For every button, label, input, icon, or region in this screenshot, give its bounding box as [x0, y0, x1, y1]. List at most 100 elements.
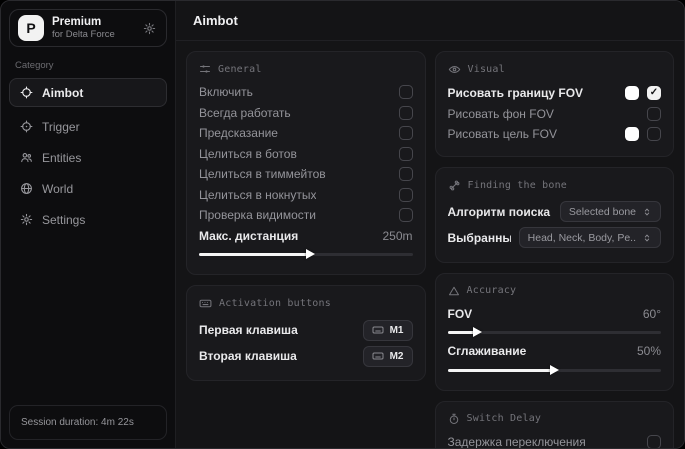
slider-fill	[448, 369, 555, 372]
general-card: General Включить Всегда работать Предска…	[186, 51, 426, 275]
slider-thumb[interactable]	[306, 249, 315, 259]
triangle-icon	[448, 285, 460, 297]
setting-label: Рисовать фон FOV	[448, 107, 554, 121]
prediction-checkbox[interactable]	[399, 126, 413, 140]
visibility-check-checkbox[interactable]	[399, 208, 413, 222]
draw-fov-target-checkbox[interactable]	[647, 127, 661, 141]
always-work-checkbox[interactable]	[399, 106, 413, 120]
controls	[647, 107, 661, 121]
keyboard-icon	[372, 324, 384, 336]
fov-slider[interactable]	[448, 326, 662, 338]
globe-icon	[20, 182, 33, 195]
general-card-title: General	[199, 63, 413, 75]
setting-label: Целиться в тиммейтов	[199, 167, 326, 181]
target-bots-checkbox[interactable]	[399, 147, 413, 161]
app-window: P Premium for Delta Force Category Aimbo…	[0, 0, 685, 449]
draw-fov-background-checkbox[interactable]	[647, 107, 661, 121]
timer-icon	[448, 413, 460, 425]
slider-thumb[interactable]	[473, 327, 482, 337]
draw-fov-border-checkbox[interactable]: ✓	[647, 86, 661, 100]
sidebar-item-settings[interactable]: Settings	[9, 205, 167, 234]
second-key-button[interactable]: M2	[363, 346, 413, 367]
bone-card: Finding the bone Алгоритм поиска кост Se…	[435, 167, 675, 263]
bone-algorithm-dropdown[interactable]: Selected bone	[560, 201, 661, 222]
setting-label: Целиться в ботов	[199, 147, 297, 161]
sidebar-item-world[interactable]: World	[9, 174, 167, 203]
sidebar: P Premium for Delta Force Category Aimbo…	[1, 1, 176, 448]
bone-icon	[448, 179, 461, 192]
entities-icon	[20, 151, 33, 164]
setting-row: Включить	[199, 82, 413, 103]
slider-fill	[199, 253, 310, 256]
setting-row: Целиться в тиммейтов	[199, 164, 413, 185]
controls: ✓	[625, 86, 661, 100]
setting-label: Проверка видимости	[199, 208, 316, 222]
page-title: Aimbot	[193, 13, 238, 28]
dropdown-value: Selected bone	[569, 206, 636, 218]
setting-label: Задержка переключения	[448, 435, 586, 448]
smoothing-slider[interactable]	[448, 364, 662, 376]
setting-label: Выбранные кос	[448, 231, 511, 245]
sidebar-item-entities[interactable]: Entities	[9, 143, 167, 172]
accuracy-card-title: Accuracy	[448, 285, 662, 297]
content: General Включить Всегда работать Предска…	[176, 41, 684, 448]
setting-label: Включить	[199, 85, 253, 99]
fov-border-color-swatch[interactable]	[625, 86, 639, 100]
category-label: Category	[15, 60, 161, 71]
switch-delay-card-title: Switch Delay	[448, 413, 662, 425]
brand-logo: P	[18, 15, 44, 41]
brand-title: Premium	[52, 15, 133, 29]
bone-card-title: Finding the bone	[448, 179, 662, 192]
first-key-button[interactable]: M1	[363, 320, 413, 341]
slider-value: 250m	[382, 229, 412, 243]
session-duration: Session duration: 4m 22s	[9, 405, 167, 440]
brand-settings-button[interactable]	[141, 20, 158, 37]
setting-label: Целиться в нокнутых	[199, 188, 316, 202]
activation-card-title: Activation buttons	[199, 297, 413, 310]
slider-thumb[interactable]	[550, 365, 559, 375]
setting-row: Целиться в нокнутых	[199, 185, 413, 206]
target-knocked-checkbox[interactable]	[399, 188, 413, 202]
trigger-icon	[20, 120, 33, 133]
setting-label: Первая клавиша	[199, 323, 298, 337]
visual-row: Рисовать границу FOV ✓	[448, 83, 662, 104]
chevron-updown-icon	[642, 207, 652, 217]
visual-card-title: Visual	[448, 63, 662, 76]
selected-bones-dropdown[interactable]: Head, Neck, Body, Pe..	[519, 227, 661, 248]
max-distance-slider[interactable]	[199, 248, 413, 260]
sidebar-item-label: World	[42, 182, 73, 196]
visual-card: Visual Рисовать границу FOV ✓ Рисовать ф…	[435, 51, 675, 157]
sidebar-item-label: Settings	[42, 213, 85, 227]
keyboard-icon	[199, 297, 212, 310]
controls	[625, 127, 661, 141]
card-title-label: Finding the bone	[468, 180, 568, 191]
enable-checkbox[interactable]	[399, 85, 413, 99]
sidebar-item-aimbot[interactable]: Aimbot	[9, 78, 167, 107]
card-title-label: Switch Delay	[467, 413, 542, 424]
slider-header-row: Макс. дистанция 250m	[199, 226, 413, 247]
slider-value: 50%	[637, 344, 661, 358]
slider-value: 60°	[643, 307, 661, 321]
setting-label: Всегда работать	[199, 106, 291, 120]
card-title-label: Visual	[468, 64, 505, 75]
brand-card: P Premium for Delta Force	[9, 9, 167, 47]
chevron-updown-icon	[642, 233, 652, 243]
setting-label: Алгоритм поиска кост	[448, 205, 552, 219]
setting-label: Макс. дистанция	[199, 229, 298, 243]
fov-target-color-swatch[interactable]	[625, 127, 639, 141]
target-teammates-checkbox[interactable]	[399, 167, 413, 181]
slider-header-row: Сглаживание 50%	[448, 341, 662, 362]
slider-header-row: FOV 60°	[448, 304, 662, 325]
eye-icon	[448, 63, 461, 76]
switch-delay-checkbox[interactable]	[647, 435, 661, 448]
sliders-icon	[199, 63, 211, 75]
gear-icon	[143, 22, 156, 35]
setting-label: Предсказание	[199, 126, 278, 140]
card-title-label: Activation buttons	[219, 298, 331, 309]
keybind-row: Вторая клавиша M2	[199, 343, 413, 369]
sidebar-item-label: Entities	[42, 151, 81, 165]
keybind-value: M2	[390, 351, 404, 362]
sidebar-item-label: Aimbot	[42, 86, 83, 100]
switch-delay-card: Switch Delay Задержка переключения Задер…	[435, 401, 675, 449]
sidebar-item-trigger[interactable]: Trigger	[9, 112, 167, 141]
